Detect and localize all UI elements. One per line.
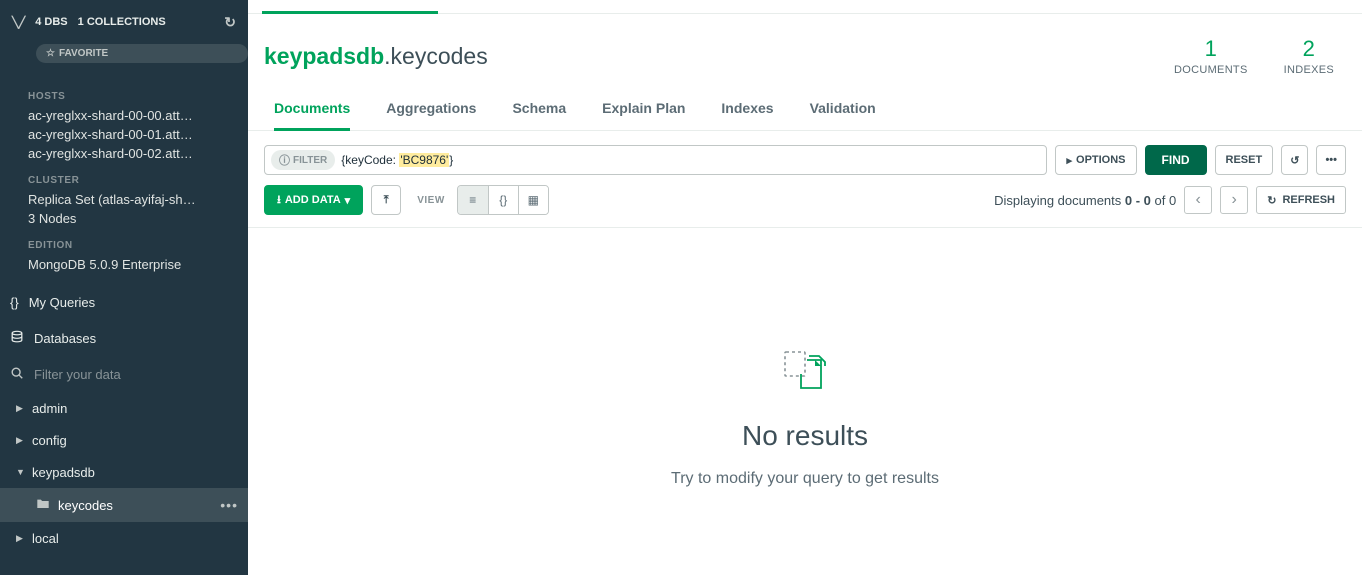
tab-underline — [262, 11, 438, 14]
table-icon: ▦ — [528, 193, 539, 207]
collection-item-keycodes[interactable]: keycodes ••• — [0, 488, 248, 522]
view-json-button[interactable]: {} — [488, 186, 518, 214]
tab-aggregations[interactable]: Aggregations — [386, 92, 476, 130]
sidebar: ╲╱ 4 DBS 1 COLLECTIONS ↻ ☆ FAVORITE HOST… — [0, 0, 248, 575]
stats: 1 DOCUMENTS 2 INDEXES — [1174, 36, 1334, 76]
stat-documents[interactable]: 1 DOCUMENTS — [1174, 36, 1248, 76]
query-bar: ⓘ FILTER {keyCode: 'BC9876'} ▸ OPTIONS F… — [248, 131, 1362, 185]
cluster-name: Replica Set (atlas-ayifaj-sh… — [28, 190, 248, 209]
braces-icon: {} — [10, 295, 19, 310]
info-icon: ⓘ — [279, 152, 290, 168]
collection-tabs: Documents Aggregations Schema Explain Pl… — [248, 92, 1362, 131]
database-icon — [10, 330, 24, 347]
db-item-keypadsdb[interactable]: ▼keypadsdb — [0, 456, 248, 488]
db-count: 4 DBS — [35, 16, 67, 28]
main: keypadsdb.keycodes 1 DOCUMENTS 2 INDEXES… — [248, 0, 1362, 575]
hosts-label: HOSTS — [28, 91, 248, 102]
tab-indexes[interactable]: Indexes — [721, 92, 773, 130]
caret-right-icon: ▶ — [16, 435, 24, 446]
namespace-header: keypadsdb.keycodes 1 DOCUMENTS 2 INDEXES — [248, 14, 1362, 92]
star-icon: ☆ — [46, 48, 55, 59]
chevron-down-icon[interactable]: ╲╱ — [12, 16, 25, 29]
options-button[interactable]: ▸ OPTIONS — [1055, 145, 1136, 175]
no-results-icon — [781, 348, 829, 396]
prev-page-button[interactable]: ‹ — [1184, 186, 1212, 214]
history-icon: ↺ — [1290, 154, 1299, 167]
db-item-config[interactable]: ▶config — [0, 424, 248, 456]
empty-title: No results — [742, 420, 868, 452]
cluster-nodes: 3 Nodes — [28, 209, 248, 228]
reset-button[interactable]: RESET — [1215, 145, 1274, 175]
display-count: Displaying documents 0 - 0 of 0 — [994, 193, 1176, 208]
filter-pill: ⓘ FILTER — [271, 150, 335, 170]
caret-right-icon: ▶ — [16, 533, 24, 544]
sidebar-top: ╲╱ 4 DBS 1 COLLECTIONS ↻ — [0, 0, 248, 44]
refresh-icon: ↻ — [1267, 194, 1276, 207]
empty-state: No results Try to modify your query to g… — [248, 227, 1362, 575]
find-button[interactable]: FIND — [1145, 145, 1207, 175]
host-item: ac-yreglxx-shard-00-01.att… — [28, 125, 248, 144]
nav-my-queries[interactable]: {} My Queries — [0, 284, 248, 320]
tab-schema[interactable]: Schema — [512, 92, 566, 130]
top-tab-strip — [248, 0, 1362, 14]
caret-right-icon: ▸ — [1066, 154, 1072, 167]
caret-down-icon: ▼ — [16, 467, 24, 477]
upload-icon: ⤒ — [384, 194, 389, 207]
refresh-button[interactable]: ↻ REFRESH — [1256, 186, 1346, 214]
history-button[interactable]: ↺ — [1281, 145, 1308, 175]
view-table-button[interactable]: ▦ — [518, 186, 548, 214]
edition-value: MongoDB 5.0.9 Enterprise — [28, 255, 248, 274]
tab-validation[interactable]: Validation — [810, 92, 876, 130]
folder-icon — [36, 497, 50, 514]
more-options-button[interactable]: ••• — [1316, 145, 1346, 175]
view-label: VIEW — [417, 195, 445, 206]
next-page-button[interactable]: › — [1220, 186, 1248, 214]
cluster-label: CLUSTER — [28, 175, 248, 186]
stat-indexes[interactable]: 2 INDEXES — [1284, 36, 1334, 76]
empty-subtitle: Try to modify your query to get results — [671, 470, 939, 488]
more-icon[interactable]: ••• — [220, 497, 238, 513]
ellipsis-icon: ••• — [1325, 154, 1337, 166]
nav-databases[interactable]: Databases — [0, 320, 248, 356]
favorite-button[interactable]: ☆ FAVORITE — [36, 44, 248, 63]
db-item-local[interactable]: ▶local — [0, 522, 248, 554]
tab-documents[interactable]: Documents — [274, 92, 350, 131]
edition-label: EDITION — [28, 240, 248, 251]
caret-down-icon: ▾ — [345, 194, 351, 207]
tab-explain-plan[interactable]: Explain Plan — [602, 92, 685, 130]
host-item: ac-yreglxx-shard-00-02.att… — [28, 144, 248, 163]
refresh-icon[interactable]: ↻ — [224, 14, 236, 31]
search-input[interactable] — [34, 367, 236, 382]
view-list-button[interactable]: ≡ — [458, 186, 488, 214]
sidebar-info: HOSTS ac-yreglxx-shard-00-00.att… ac-yre… — [0, 73, 248, 284]
host-item: ac-yreglxx-shard-00-00.att… — [28, 106, 248, 125]
db-item-admin[interactable]: ▶admin — [0, 392, 248, 424]
chevron-left-icon: ‹ — [1196, 191, 1201, 209]
namespace-title: keypadsdb.keycodes — [264, 43, 488, 70]
chevron-right-icon: › — [1232, 191, 1237, 209]
list-icon: ≡ — [469, 193, 476, 207]
db-list: ▶admin ▶config ▼keypadsdb keycodes ••• ▶… — [0, 392, 248, 575]
search-icon — [10, 366, 24, 383]
filter-input[interactable]: ⓘ FILTER {keyCode: 'BC9876'} — [264, 145, 1047, 175]
toolbar: ⭳ ADD DATA ▾ ⤒ VIEW ≡ {} ▦ Displaying do… — [248, 185, 1362, 227]
view-mode-group: ≡ {} ▦ — [457, 185, 549, 215]
braces-icon: {} — [499, 193, 507, 207]
export-button[interactable]: ⤒ — [371, 185, 401, 215]
caret-right-icon: ▶ — [16, 403, 24, 414]
nav-search[interactable] — [0, 356, 248, 392]
download-icon: ⭳ — [277, 191, 281, 210]
coll-count: 1 COLLECTIONS — [78, 16, 166, 28]
add-data-button[interactable]: ⭳ ADD DATA ▾ — [264, 185, 363, 215]
query-text: {keyCode: 'BC9876'} — [341, 153, 453, 167]
